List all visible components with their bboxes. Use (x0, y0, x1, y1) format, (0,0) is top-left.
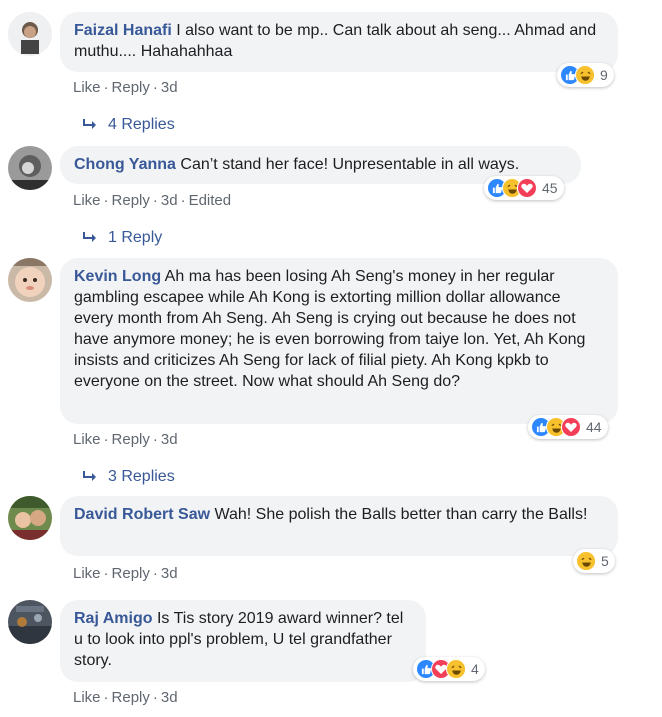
view-replies-link[interactable]: 4 Replies (82, 116, 175, 134)
love-icon (517, 178, 537, 198)
avatar[interactable] (8, 146, 52, 190)
author-name[interactable]: Faizal Hanafi (74, 22, 172, 39)
haha-icon (446, 659, 466, 679)
comment-actions: Like · Reply · 3d (73, 79, 178, 96)
comment-actions: Like · Reply · 3d (73, 431, 178, 448)
reply-link[interactable]: Reply (112, 689, 150, 706)
haha-icon (575, 65, 595, 85)
author-name[interactable]: Kevin Long (74, 268, 161, 285)
like-link[interactable]: Like (73, 192, 101, 209)
comment-bubble: David Robert Saw Wah! She polish the Bal… (60, 496, 618, 556)
comment-actions: Like · Reply · 3d (73, 689, 178, 706)
haha-icon (576, 551, 596, 571)
reactions-summary[interactable]: 44 (528, 415, 608, 439)
avatar[interactable] (8, 258, 52, 302)
reaction-count: 4 (471, 661, 479, 677)
avatar[interactable] (8, 496, 52, 540)
reply-arrow-icon (83, 118, 96, 129)
reaction-count: 9 (600, 67, 608, 83)
comment-actions: Like · Reply · 3d · Edited (73, 192, 232, 209)
author-name[interactable]: Chong Yanna (74, 156, 176, 173)
timestamp[interactable]: 3d (161, 565, 178, 582)
reply-link[interactable]: Reply (112, 565, 150, 582)
comment-bubble: Raj Amigo Is Tis story 2019 award winner… (60, 600, 426, 682)
comment-actions: Like · Reply · 3d (73, 565, 178, 582)
comment-bubble: Faizal Hanafi I also want to be mp.. Can… (60, 12, 618, 72)
reply-link[interactable]: Reply (112, 431, 150, 448)
like-link[interactable]: Like (73, 565, 101, 582)
reply-arrow-icon (83, 470, 96, 481)
avatar[interactable] (8, 600, 52, 644)
view-replies-link[interactable]: 1 Reply (82, 229, 162, 247)
like-link[interactable]: Like (73, 79, 101, 96)
timestamp[interactable]: 3d (161, 79, 178, 96)
reply-link[interactable]: Reply (112, 192, 150, 209)
reaction-count: 44 (586, 419, 602, 435)
author-name[interactable]: Raj Amigo (74, 610, 153, 627)
reactions-summary[interactable]: 45 (484, 176, 564, 200)
comment-bubble: Kevin Long Ah ma has been losing Ah Seng… (60, 258, 618, 424)
reactions-summary[interactable]: 9 (557, 63, 614, 87)
view-replies-link[interactable]: 3 Replies (82, 468, 175, 486)
comment-text: Can’t stand her face! Unpresentable in a… (180, 156, 520, 173)
like-link[interactable]: Like (73, 431, 101, 448)
reaction-count: 45 (542, 180, 558, 196)
timestamp[interactable]: 3d (161, 192, 178, 209)
reaction-count: 5 (601, 553, 609, 569)
reply-arrow-icon (83, 231, 96, 242)
reactions-summary[interactable]: 5 (573, 549, 615, 573)
reactions-summary[interactable]: 4 (413, 657, 485, 681)
like-link[interactable]: Like (73, 689, 101, 706)
comment-text: Wah! She polish the Balls better than ca… (214, 506, 588, 523)
replies-label[interactable]: 3 Replies (108, 468, 175, 485)
timestamp[interactable]: 3d (161, 431, 178, 448)
reply-link[interactable]: Reply (112, 79, 150, 96)
timestamp[interactable]: 3d (161, 689, 178, 706)
avatar[interactable] (8, 12, 52, 56)
comment-text: Ah ma has been losing Ah Seng's money in… (74, 268, 586, 390)
edited-label[interactable]: Edited (189, 192, 232, 209)
replies-label[interactable]: 1 Reply (108, 229, 162, 246)
author-name[interactable]: David Robert Saw (74, 506, 210, 523)
love-icon (561, 417, 581, 437)
replies-label[interactable]: 4 Replies (108, 116, 175, 133)
